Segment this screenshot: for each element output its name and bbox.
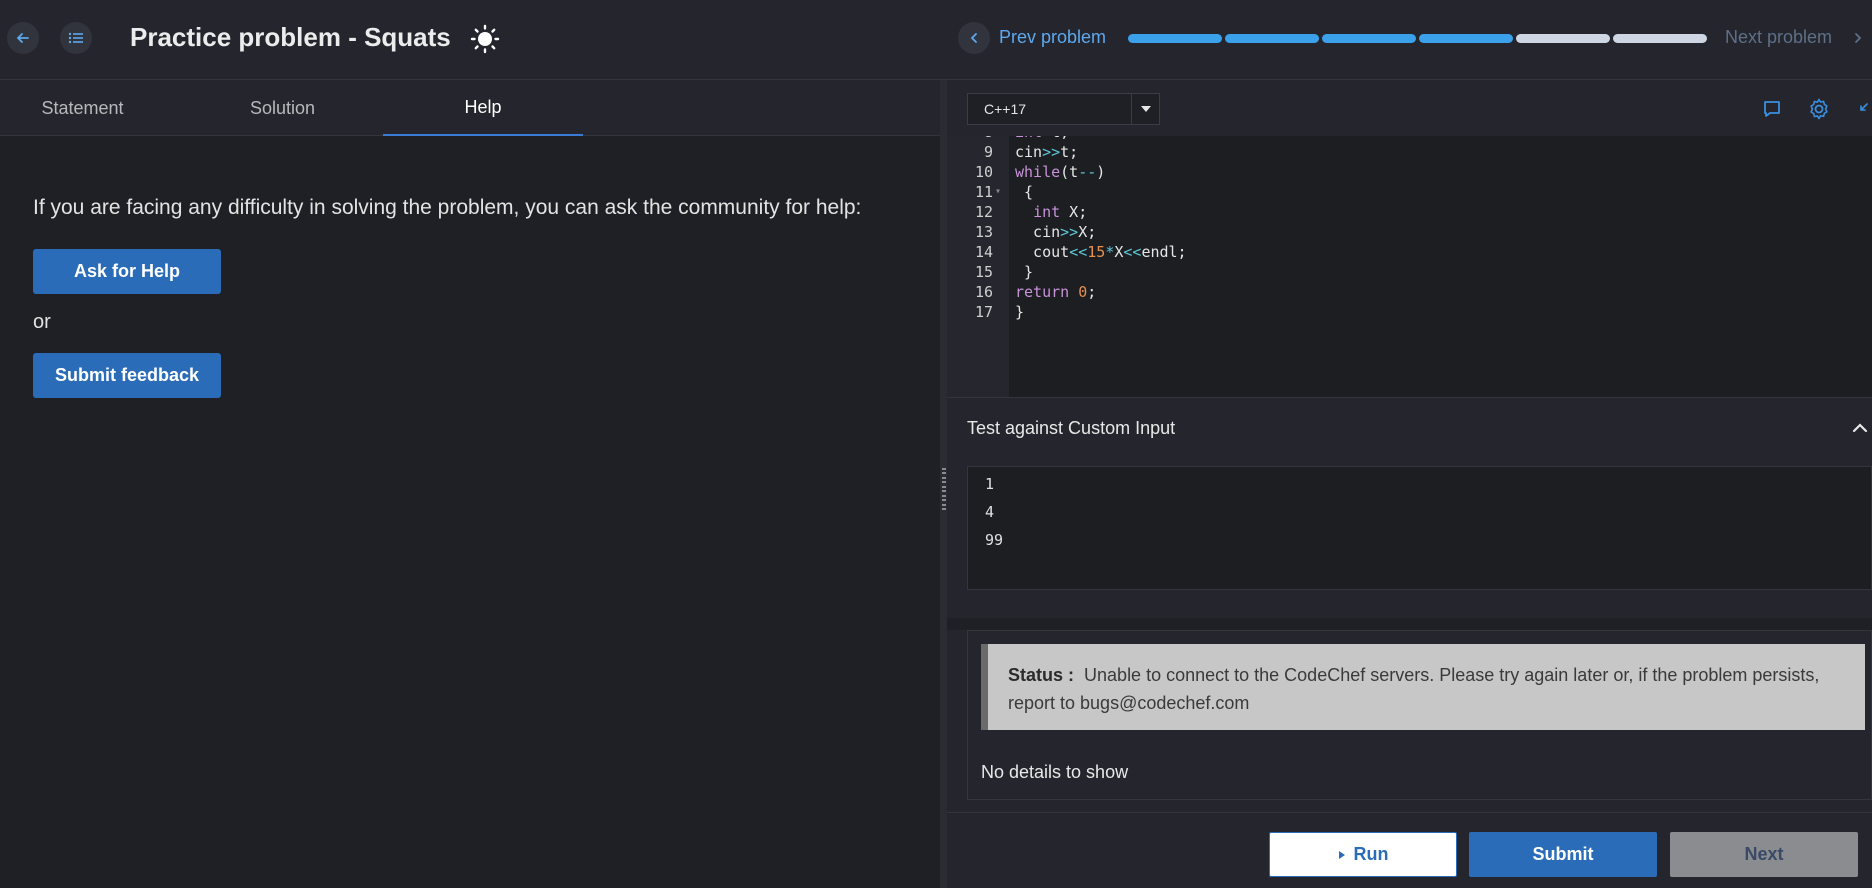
- comment-button[interactable]: [1757, 94, 1787, 124]
- code-line[interactable]: 10 while(t--): [947, 162, 1872, 182]
- problem-list-button[interactable]: [60, 22, 92, 54]
- settings-button[interactable]: [1804, 94, 1834, 124]
- back-button[interactable]: [7, 22, 39, 54]
- problem-tabs: Statement Solution Help: [0, 80, 940, 136]
- or-separator: or: [33, 311, 51, 333]
- line-number: 15: [974, 263, 993, 281]
- arrow-left-icon: [16, 33, 29, 43]
- prev-problem-button[interactable]: [958, 22, 990, 54]
- code-text: }: [1015, 263, 1034, 281]
- comment-icon: [1764, 101, 1780, 117]
- code-line[interactable]: 15 }: [947, 262, 1872, 282]
- page-title: Practice problem - Squats: [130, 22, 451, 52]
- input-line: 99: [985, 531, 1004, 549]
- tab-help[interactable]: Help: [383, 80, 583, 136]
- submit-feedback-button[interactable]: Submit feedback: [33, 353, 221, 398]
- collapse-icon: [1860, 103, 1868, 111]
- code-text: {: [1015, 183, 1034, 201]
- input-line: 1: [985, 475, 995, 493]
- language-value: C++17: [984, 101, 1027, 117]
- help-description: If you are facing any difficulty in solv…: [33, 196, 862, 219]
- theme-toggle[interactable]: [468, 22, 502, 56]
- line-number: 17: [974, 303, 993, 321]
- code-text: }: [1015, 303, 1025, 321]
- submit-button[interactable]: Submit: [1469, 832, 1657, 877]
- line-number: 12: [974, 203, 993, 221]
- code-text: while(t--): [1015, 163, 1106, 181]
- run-label: Run: [1353, 844, 1389, 864]
- play-icon: [1338, 850, 1345, 859]
- sun-icon: [470, 24, 500, 54]
- section-divider: [947, 618, 1872, 630]
- next-button[interactable]: Next: [1670, 832, 1858, 877]
- progress-segment-4: [1419, 34, 1513, 43]
- code-line[interactable]: 16 return 0;: [947, 282, 1872, 302]
- chevron-left-icon: [970, 33, 977, 43]
- code-line[interactable]: 11 ▾ {: [947, 182, 1872, 202]
- code-text: cout<<15*X<<endl;: [1015, 243, 1187, 261]
- custom-input-title: Test against Custom Input: [967, 418, 1176, 438]
- drag-handle-icon[interactable]: [940, 468, 947, 510]
- run-button[interactable]: Run: [1269, 832, 1457, 877]
- input-line: 4: [985, 503, 995, 521]
- chevron-right-icon: [1855, 33, 1862, 43]
- progress-segment-5: [1516, 34, 1610, 43]
- gear-icon: [1810, 98, 1828, 120]
- custom-input-field[interactable]: 1 4 99: [967, 466, 1872, 590]
- status-message: Unable to connect to the CodeChef server…: [1008, 665, 1820, 713]
- code-line[interactable]: 14 cout<<15*X<<endl;: [947, 242, 1872, 262]
- collapse-button[interactable]: [1852, 94, 1872, 124]
- status-message-box: Status : Unable to connect to the CodeCh…: [981, 644, 1865, 730]
- progress-segment-6: [1613, 34, 1707, 43]
- code-line[interactable]: 9 cin>>t;: [947, 142, 1872, 162]
- language-select[interactable]: C++17: [967, 93, 1160, 125]
- code-line[interactable]: 12 int X;: [947, 202, 1872, 222]
- line-number: 16: [974, 283, 993, 301]
- actions-divider: [947, 812, 1872, 813]
- progress-segment-2: [1225, 34, 1319, 43]
- line-number: 13: [974, 223, 993, 241]
- status-text: Status : Unable to connect to the CodeCh…: [1008, 661, 1858, 717]
- line-number: 11: [974, 183, 993, 201]
- caret-down-icon: [1131, 94, 1159, 124]
- progress-segment-3: [1322, 34, 1416, 43]
- chevron-up-icon[interactable]: [1850, 418, 1870, 438]
- problem-progress: [1128, 34, 1707, 43]
- top-bar: Practice problem - Squats Prev problem N…: [0, 0, 1872, 80]
- tab-statement[interactable]: Statement: [0, 80, 165, 136]
- code-text: return 0;: [1015, 283, 1097, 301]
- next-problem-link[interactable]: Next problem: [1725, 27, 1832, 48]
- code-editor[interactable]: 8int t;9cin>>t;10while(t--)11▾ {12 int X…: [947, 136, 1872, 398]
- code-line[interactable]: 17}: [947, 302, 1872, 322]
- no-details-text: No details to show: [981, 762, 1129, 782]
- code-text: cin>>X;: [1015, 223, 1097, 241]
- status-label: Status :: [1008, 665, 1075, 685]
- line-number: 10: [974, 163, 993, 181]
- prev-problem-link[interactable]: Prev problem: [999, 27, 1106, 48]
- list-icon: [68, 32, 83, 44]
- ask-for-help-button[interactable]: Ask for Help: [33, 249, 221, 294]
- tab-solution[interactable]: Solution: [200, 80, 365, 136]
- next-problem-button[interactable]: [1852, 22, 1872, 54]
- code-text: int X;: [1033, 203, 1088, 221]
- line-number: 9: [983, 143, 993, 161]
- fold-arrow-icon[interactable]: ▾: [995, 182, 1001, 202]
- code-line[interactable]: 13 cin>>X;: [947, 222, 1872, 242]
- app-root: Practice problem - Squats Prev problem N…: [0, 0, 1872, 888]
- progress-segment-1: [1128, 34, 1222, 43]
- line-number: 14: [974, 243, 993, 261]
- code-text: cin>>t;: [1015, 143, 1079, 161]
